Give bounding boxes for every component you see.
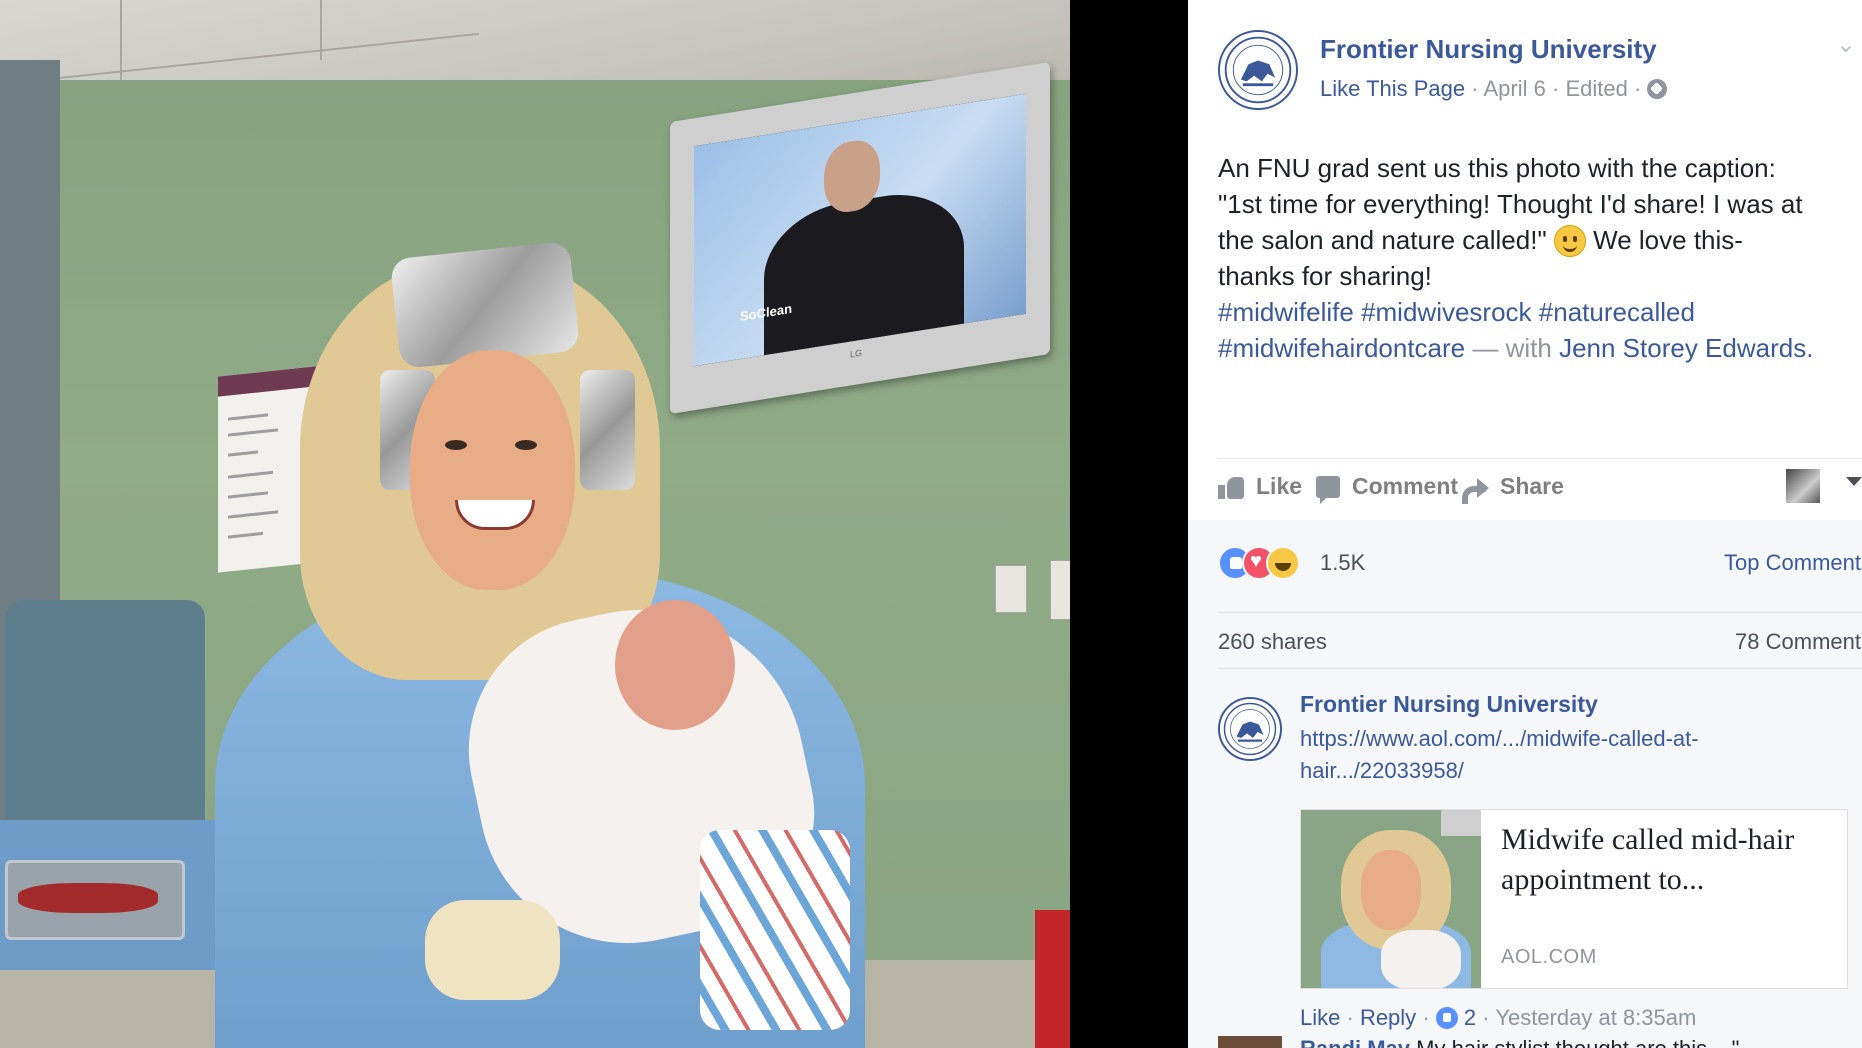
striped-blanket: [700, 830, 850, 1030]
next-comment-text: Randi May My hair stylist thought are th…: [1300, 1036, 1739, 1048]
page-avatar[interactable]: [1218, 30, 1298, 110]
ceiling-tile-line: [120, 0, 122, 80]
tagged-person-link[interactable]: Jenn Storey Edwards.: [1559, 333, 1813, 363]
post-body: An FNU grad sent us this photo with the …: [1218, 150, 1858, 366]
globe-icon[interactable]: [1647, 79, 1668, 99]
post-text-line: thanks for sharing!: [1218, 261, 1432, 291]
share-icon: [1462, 476, 1489, 504]
preview-title: Midwife called mid-hair appointment to..…: [1501, 823, 1795, 896]
post-date[interactable]: April 6: [1484, 76, 1546, 101]
shares-count[interactable]: 260 shares: [1218, 629, 1327, 655]
haha-reaction-icon: [1266, 546, 1300, 580]
comment: Frontier Nursing University https://www.…: [1218, 668, 1862, 1048]
hashtag-link[interactable]: #midwivesrock: [1361, 297, 1532, 327]
meta-separator: ·: [1633, 76, 1642, 101]
post-meta: Like This Page · April 6 · Edited ·: [1320, 76, 1668, 102]
wall-outlet: [1050, 560, 1070, 620]
hashtag-line: #midwifehairdontcare — with Jenn Storey …: [1218, 330, 1858, 366]
post-text-line: "1st time for everything! Thought I'd sh…: [1218, 189, 1803, 219]
comment-reply-button[interactable]: Reply: [1360, 1005, 1416, 1030]
hair-foil: [580, 370, 635, 490]
edited-label[interactable]: Edited: [1565, 76, 1627, 101]
top-comments-dropdown[interactable]: Top Comments: [1724, 550, 1862, 576]
hashtag-link[interactable]: #midwifehairdontcare: [1218, 333, 1465, 363]
commenter-avatar[interactable]: [1218, 1036, 1282, 1048]
post-header: Frontier Nursing University Like This Pa…: [1218, 30, 1862, 110]
comment-author-link[interactable]: Frontier Nursing University: [1300, 691, 1598, 718]
chevron-down-icon[interactable]: ⌄: [1836, 30, 1856, 59]
reaction-count[interactable]: 1.5K: [1320, 550, 1365, 576]
hashtag-line: #midwifelife #midwivesrock #naturecalled: [1218, 294, 1858, 330]
wall-television: SoClean LG: [670, 61, 1050, 415]
shares-row: 260 shares 78 Comments: [1218, 612, 1862, 662]
like-page-link[interactable]: Like This Page: [1320, 76, 1465, 101]
light-switch: [995, 565, 1027, 613]
next-comment: Randi May My hair stylist thought are th…: [1218, 1036, 1862, 1048]
engagement-section: 1.5K Top Comments 260 shares 78 Comments…: [1188, 520, 1862, 1048]
comments-count[interactable]: 78 Comments: [1735, 629, 1862, 655]
reactions-row[interactable]: 1.5K Top Comments: [1218, 546, 1862, 586]
hashtag-link[interactable]: #naturecalled: [1539, 297, 1695, 327]
comment-url-link[interactable]: https://www.aol.com/.../midwife-called-a…: [1300, 723, 1740, 787]
share-button[interactable]: Share: [1462, 473, 1564, 504]
viewer-avatar[interactable]: [1786, 469, 1820, 503]
gloved-hand: [425, 900, 560, 1000]
comment-like-count[interactable]: 2: [1464, 1005, 1476, 1030]
comment-icon: [1316, 475, 1340, 504]
thumb-icon: [1218, 475, 1244, 499]
meta-separator: ·: [1551, 76, 1560, 101]
link-preview-card[interactable]: Midwife called mid-hair appointment to..…: [1300, 809, 1848, 989]
with-text: — with: [1472, 333, 1552, 363]
post-text-line: An FNU grad sent us this photo with the …: [1218, 153, 1776, 183]
woman-face: [410, 350, 575, 590]
preview-domain: AOL.COM: [1501, 946, 1597, 968]
commenter-avatar[interactable]: [1218, 697, 1282, 761]
post-sidebar: Frontier Nursing University Like This Pa…: [1188, 0, 1862, 1048]
viewer-gutter: [1070, 0, 1188, 1048]
comment-author-link[interactable]: Randi May: [1300, 1036, 1410, 1048]
smiley-emoji-icon: [1553, 225, 1586, 257]
comment-button[interactable]: Comment: [1316, 473, 1458, 504]
comment-actions: Like · Reply · 2 · Yesterday at 8:35am: [1300, 1005, 1697, 1030]
comment-like-button[interactable]: Like: [1300, 1005, 1340, 1030]
caret-down-icon[interactable]: [1846, 477, 1862, 486]
red-bin: [1035, 910, 1070, 1048]
eye: [445, 440, 467, 450]
ceiling-tile-line: [320, 0, 322, 60]
post-photo[interactable]: SoClean LG: [0, 0, 1070, 1048]
newborn-baby: [615, 600, 735, 730]
post-action-bar: Like Comment Share: [1218, 458, 1862, 518]
like-badge-icon: [1435, 1007, 1458, 1029]
tv-screen: SoClean: [694, 93, 1026, 367]
page-name-link[interactable]: Frontier Nursing University: [1320, 34, 1657, 65]
hashtag-link[interactable]: #midwifelife: [1218, 297, 1354, 327]
meta-separator: ·: [1471, 76, 1479, 101]
chair: [5, 600, 205, 840]
post-text-line: the salon and nature called!" We love th…: [1218, 225, 1743, 257]
eye: [515, 440, 537, 450]
tv-logo-text: LG: [850, 347, 863, 360]
comment-timestamp[interactable]: Yesterday at 8:35am: [1495, 1005, 1696, 1030]
preview-thumbnail: [1301, 810, 1481, 988]
like-button[interactable]: Like: [1218, 473, 1302, 500]
instrument-dish: [5, 860, 185, 940]
